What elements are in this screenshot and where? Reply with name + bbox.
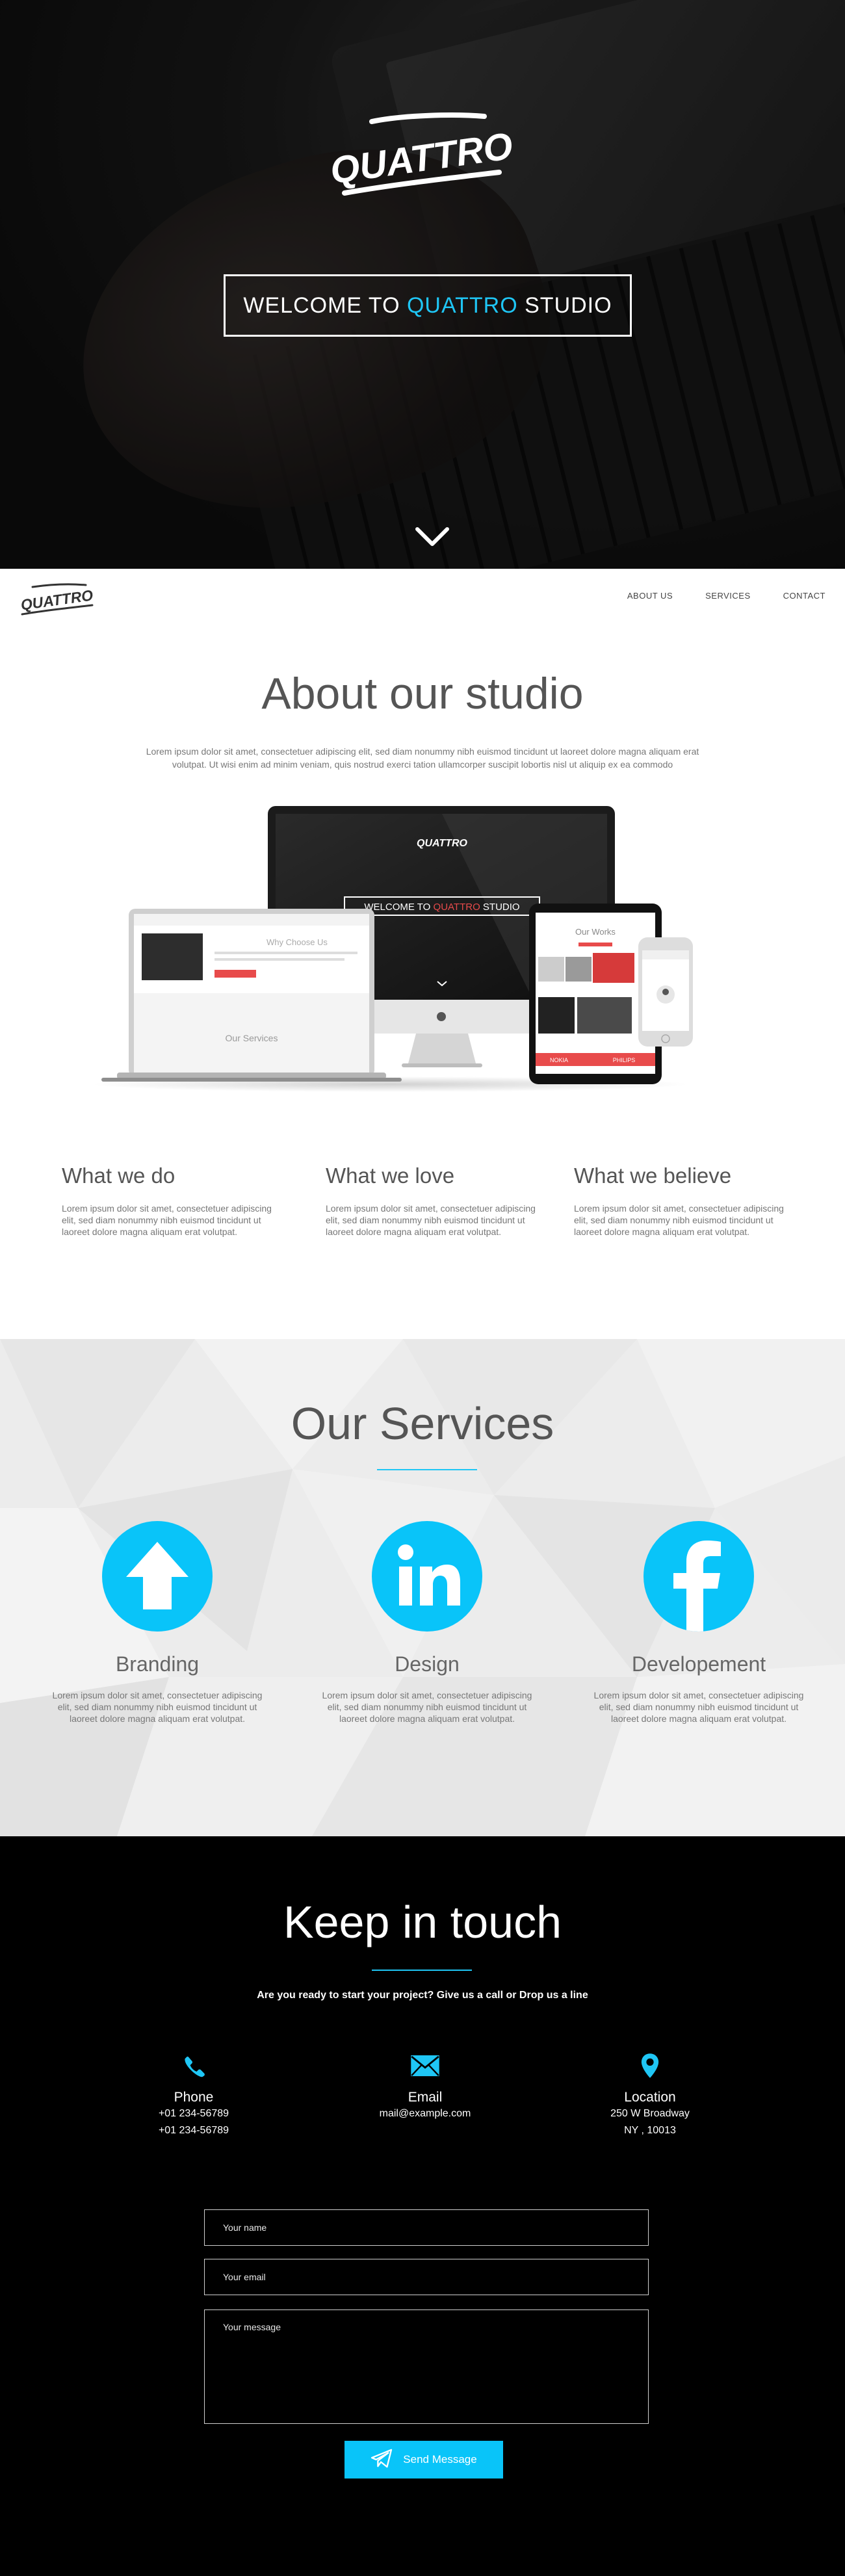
services-title-divider [377, 1469, 477, 1470]
about-column-what-we-believe: What we believe Lorem ipsum dolor sit am… [574, 1164, 808, 1238]
contact-location-line: NY , 10013 [624, 2125, 676, 2136]
contact-location-line: 250 W Broadway [610, 2108, 690, 2119]
arrow-up-icon[interactable] [102, 1521, 213, 1632]
paper-plane-icon [370, 2449, 393, 2471]
contact-phone: Phone +01 234-56789 +01 234-56789 [96, 2051, 291, 2139]
hero-section: QUATTRO WELCOME TO QUATTRO STUDIO [0, 0, 845, 569]
name-field[interactable] [204, 2209, 649, 2246]
contact-title: Keep in touch [283, 1897, 562, 1947]
about-column-title: What we love [326, 1164, 455, 1188]
page: QUATTRO WELCOME TO QUATTRO STUDIO QUATTR… [0, 0, 845, 2576]
phone-icon [96, 2051, 291, 2081]
email-input[interactable] [205, 2259, 648, 2295]
envelope-icon [328, 2051, 523, 2081]
contact-location-label: Location [624, 2090, 676, 2105]
chevron-down-icon[interactable] [415, 527, 450, 547]
about-column-title: What we do [62, 1164, 176, 1188]
about-column-text: Lorem ipsum dolor sit amet, consectetuer… [62, 1203, 272, 1237]
contact-phone-line: +01 234-56789 [158, 2125, 229, 2136]
svg-text:Our Works: Our Works [575, 927, 616, 937]
top-nav: QUATTRO ABOUT US SERVICES CONTACT [0, 569, 845, 624]
send-message-label: Send Message [403, 2453, 477, 2465]
about-columns: What we do Lorem ipsum dolor sit amet, c… [62, 1164, 803, 1281]
hero-welcome-title: WELCOME TO QUATTRO STUDIO [224, 274, 632, 337]
service-text: Lorem ipsum dolor sit amet, consectetuer… [322, 1690, 532, 1724]
services-section: Our Services Branding Lorem ipsum dolor … [0, 1339, 845, 1836]
hero-logo: QUATTRO [325, 107, 520, 198]
svg-text:PHILIPS: PHILIPS [613, 1057, 636, 1063]
contact-lead: Are you ready to start your project? Giv… [257, 1990, 588, 2001]
about-column-what-we-do: What we do Lorem ipsum dolor sit amet, c… [62, 1164, 296, 1238]
send-message-button[interactable]: Send Message [344, 2441, 503, 2478]
nav-links: ABOUT US SERVICES CONTACT [627, 591, 826, 601]
service-text: Lorem ipsum dolor sit amet, consectetuer… [52, 1690, 263, 1724]
svg-text:NOKIA: NOKIA [550, 1057, 568, 1063]
nav-link-services[interactable]: SERVICES [705, 591, 751, 601]
contact-location: Location 250 W Broadway NY , 10013 [552, 2051, 748, 2139]
service-title: Branding [115, 1652, 200, 1676]
contact-email-line[interactable]: mail@example.com [328, 2105, 523, 2122]
imac-welcome-suffix: STUDIO [480, 902, 520, 913]
contact-title-divider [372, 1970, 472, 1971]
contact-phone-line: +01 234-56789 [158, 2108, 229, 2119]
svg-text:Why Choose Us: Why Choose Us [266, 937, 328, 947]
service-title: Design [395, 1652, 460, 1676]
about-intro: Lorem ipsum dolor sit amet, consectetuer… [146, 746, 699, 770]
service-design: Design Lorem ipsum dolor sit amet, conse… [317, 1521, 538, 1724]
service-text: Lorem ipsum dolor sit amet, consectetuer… [593, 1690, 804, 1724]
svg-text:Our Services: Our Services [226, 1033, 278, 1043]
services-title: Our Services [291, 1398, 554, 1449]
message-textarea[interactable] [205, 2310, 648, 2423]
about-section: About our studio Lorem ipsum dolor sit a… [0, 624, 845, 1339]
about-column-what-we-love: What we love Lorem ipsum dolor sit amet,… [326, 1164, 560, 1238]
contact-section: Keep in touch Are you ready to start you… [0, 1836, 845, 2576]
nav-link-contact[interactable]: CONTACT [783, 591, 826, 601]
service-branding: Branding Lorem ipsum dolor sit amet, con… [47, 1521, 268, 1724]
about-column-text: Lorem ipsum dolor sit amet, consectetuer… [326, 1203, 536, 1237]
hero-welcome-prefix: WELCOME TO [243, 293, 407, 318]
devices-mockup-image: QUATTRO WELCOME TO QUATTRO STUDIO Why Ch… [91, 806, 693, 1092]
imac-welcome-brand: QUATTRO [434, 902, 480, 913]
contact-phone-label: Phone [174, 2090, 214, 2105]
name-input[interactable] [205, 2210, 648, 2245]
service-title: Developement [631, 1652, 766, 1676]
about-column-title: What we believe [574, 1164, 732, 1188]
svg-text:WELCOME TO QUATTRO STUDIO: WELCOME TO QUATTRO STUDIO [364, 902, 519, 913]
svg-text:QUATTRO: QUATTRO [417, 838, 467, 849]
about-title: About our studio [261, 669, 584, 718]
facebook-icon[interactable] [644, 1521, 754, 1632]
nav-link-about[interactable]: ABOUT US [627, 591, 673, 601]
phone-mockup [638, 937, 693, 1047]
macbook-mockup: Why Choose Us Our Services [101, 909, 402, 1082]
contact-email: Email mail@example.com [328, 2051, 523, 2122]
hero-welcome-suffix: STUDIO [517, 293, 612, 318]
about-column-text: Lorem ipsum dolor sit amet, consectetuer… [574, 1203, 784, 1237]
message-field[interactable] [204, 2309, 649, 2424]
linkedin-icon[interactable] [372, 1521, 482, 1632]
contact-email-label: Email [408, 2090, 443, 2105]
imac-welcome-prefix: WELCOME TO [364, 902, 433, 913]
hero-welcome-brand: QUATTRO [406, 293, 518, 318]
map-pin-icon [552, 2051, 748, 2081]
nav-logo[interactable]: QUATTRO [18, 580, 100, 617]
email-field[interactable] [204, 2259, 649, 2295]
service-developement: Developement Lorem ipsum dolor sit amet,… [588, 1521, 809, 1724]
